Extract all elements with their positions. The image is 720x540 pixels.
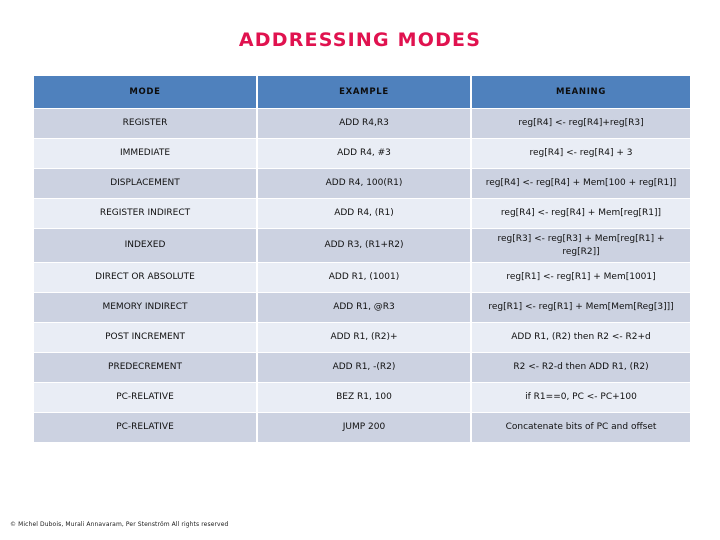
addressing-modes-table-container: MODE EXAMPLE MEANING REGISTER ADD R4,R3 … (32, 75, 690, 443)
cell-mode: DIRECT OR ABSOLUTE (34, 263, 256, 292)
table-header: MODE EXAMPLE MEANING (34, 76, 690, 108)
cell-example: BEZ R1, 100 (258, 383, 470, 412)
cell-example: ADD R1, (1001) (258, 263, 470, 292)
cell-mode: DISPLACEMENT (34, 169, 256, 198)
cell-meaning: ADD R1, (R2) then R2 <- R2+d (472, 323, 690, 352)
cell-example: ADD R4, 100(R1) (258, 169, 470, 198)
cell-meaning: reg[R4] <- reg[R4]+reg[R3] (472, 109, 690, 138)
cell-example: ADD R3, (R1+R2) (258, 229, 470, 262)
cell-mode: REGISTER (34, 109, 256, 138)
table-row: REGISTER ADD R4,R3 reg[R4] <- reg[R4]+re… (34, 109, 690, 138)
cell-mode: REGISTER INDIRECT (34, 199, 256, 228)
cell-example: ADD R4,R3 (258, 109, 470, 138)
cell-mode: PREDECREMENT (34, 353, 256, 382)
column-header-example: EXAMPLE (258, 76, 470, 108)
table-row: PREDECREMENT ADD R1, -(R2) R2 <- R2-d th… (34, 353, 690, 382)
cell-meaning: reg[R4] <- reg[R4] + Mem[reg[R1]] (472, 199, 690, 228)
cell-example: ADD R4, #3 (258, 139, 470, 168)
table-row: POST INCREMENT ADD R1, (R2)+ ADD R1, (R2… (34, 323, 690, 352)
cell-example: ADD R1, -(R2) (258, 353, 470, 382)
cell-meaning: reg[R1] <- reg[R1] + Mem[Mem[Reg[3]]] (472, 293, 690, 322)
table-row: PC-RELATIVE BEZ R1, 100 if R1==0, PC <- … (34, 383, 690, 412)
cell-mode: PC-RELATIVE (34, 383, 256, 412)
table-row: MEMORY INDIRECT ADD R1, @R3 reg[R1] <- r… (34, 293, 690, 322)
cell-meaning: reg[R4] <- reg[R4] + Mem[100 + reg[R1]] (472, 169, 690, 198)
table-row: DIRECT OR ABSOLUTE ADD R1, (1001) reg[R1… (34, 263, 690, 292)
table-row: IMMEDIATE ADD R4, #3 reg[R4] <- reg[R4] … (34, 139, 690, 168)
cell-mode: POST INCREMENT (34, 323, 256, 352)
table-row: REGISTER INDIRECT ADD R4, (R1) reg[R4] <… (34, 199, 690, 228)
cell-example: ADD R4, (R1) (258, 199, 470, 228)
cell-example: ADD R1, @R3 (258, 293, 470, 322)
cell-example: ADD R1, (R2)+ (258, 323, 470, 352)
cell-example: JUMP 200 (258, 413, 470, 442)
cell-meaning: Concatenate bits of PC and offset (472, 413, 690, 442)
column-header-mode: MODE (34, 76, 256, 108)
cell-meaning: R2 <- R2-d then ADD R1, (R2) (472, 353, 690, 382)
copyright-note: © Michel Dubois, Murali Annavaram, Per S… (10, 521, 229, 528)
cell-mode: MEMORY INDIRECT (34, 293, 256, 322)
cell-mode: IMMEDIATE (34, 139, 256, 168)
table-row: PC-RELATIVE JUMP 200 Concatenate bits of… (34, 413, 690, 442)
cell-meaning: reg[R4] <- reg[R4] + 3 (472, 139, 690, 168)
table-row: INDEXED ADD R3, (R1+R2) reg[R3] <- reg[R… (34, 229, 690, 262)
addressing-modes-table: MODE EXAMPLE MEANING REGISTER ADD R4,R3 … (32, 75, 692, 443)
table-body: REGISTER ADD R4,R3 reg[R4] <- reg[R4]+re… (34, 109, 690, 442)
cell-mode: INDEXED (34, 229, 256, 262)
cell-meaning: reg[R1] <- reg[R1] + Mem[1001] (472, 263, 690, 292)
table-row: DISPLACEMENT ADD R4, 100(R1) reg[R4] <- … (34, 169, 690, 198)
cell-meaning: if R1==0, PC <- PC+100 (472, 383, 690, 412)
slide: ADDRESSING MODES MODE EXAMPLE MEANING RE… (0, 0, 720, 540)
page-title: ADDRESSING MODES (238, 29, 482, 51)
column-header-meaning: MEANING (472, 76, 690, 108)
cell-meaning: reg[R3] <- reg[R3] + Mem[reg[R1] + reg[R… (472, 229, 690, 262)
table-header-row: MODE EXAMPLE MEANING (34, 76, 690, 108)
cell-mode: PC-RELATIVE (34, 413, 256, 442)
